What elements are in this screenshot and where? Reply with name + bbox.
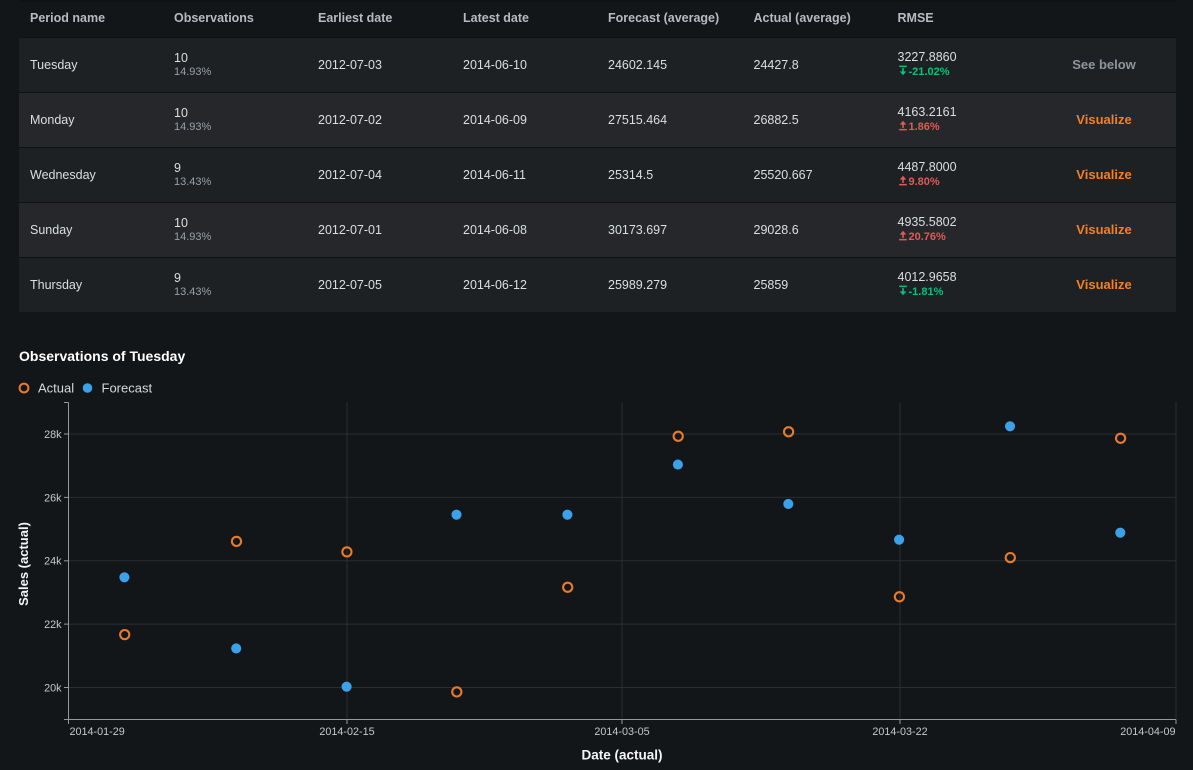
svg-text:2014-03-05: 2014-03-05 bbox=[594, 726, 649, 738]
svg-text:24k: 24k bbox=[44, 556, 62, 568]
svg-text:Date (actual): Date (actual) bbox=[581, 748, 662, 763]
svg-text:22k: 22k bbox=[44, 619, 62, 631]
svg-text:2014-01-29: 2014-01-29 bbox=[70, 726, 125, 738]
svg-text:Sales (actual): Sales (actual) bbox=[16, 522, 31, 606]
svg-text:26k: 26k bbox=[44, 492, 62, 504]
svg-text:2014-02-15: 2014-02-15 bbox=[319, 726, 374, 738]
svg-text:2014-03-22: 2014-03-22 bbox=[872, 726, 927, 738]
svg-text:2014-04-09: 2014-04-09 bbox=[1120, 726, 1175, 738]
svg-text:20k: 20k bbox=[44, 682, 62, 694]
svg-text:28k: 28k bbox=[44, 429, 62, 441]
